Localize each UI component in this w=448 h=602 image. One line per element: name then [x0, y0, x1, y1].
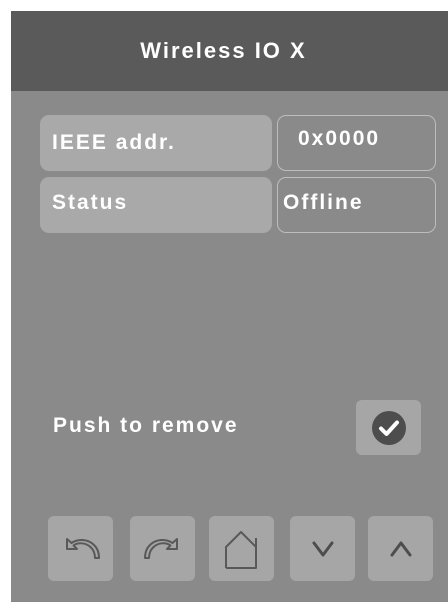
- chevron-down-icon: [311, 539, 335, 559]
- undo-button[interactable]: [48, 516, 113, 581]
- up-button[interactable]: [368, 516, 433, 581]
- page-title: Wireless IO X: [140, 38, 307, 63]
- push-to-remove-label: Push to remove: [53, 414, 239, 437]
- status-label-box: Status: [40, 177, 272, 233]
- home-icon: [220, 527, 264, 571]
- check-circle-icon: [371, 410, 407, 446]
- redo-button[interactable]: [130, 516, 195, 581]
- ieee-address-label: IEEE addr.: [52, 131, 176, 154]
- device-screen: Wireless IO X IEEE addr. 0x0000 Status O…: [11, 11, 448, 602]
- ieee-address-value: 0x0000: [298, 127, 381, 150]
- ieee-address-label-box: IEEE addr.: [40, 115, 272, 171]
- home-button[interactable]: [209, 516, 274, 581]
- status-value: Offline: [283, 191, 364, 214]
- remove-confirm-button[interactable]: [356, 400, 421, 455]
- title-bar: Wireless IO X: [11, 11, 448, 91]
- down-button[interactable]: [290, 516, 355, 581]
- status-value-box: Offline: [277, 177, 436, 233]
- undo-icon: [59, 531, 103, 567]
- status-label: Status: [52, 191, 129, 214]
- redo-icon: [141, 531, 185, 567]
- ieee-address-value-box: 0x0000: [277, 115, 436, 171]
- chevron-up-icon: [389, 539, 413, 559]
